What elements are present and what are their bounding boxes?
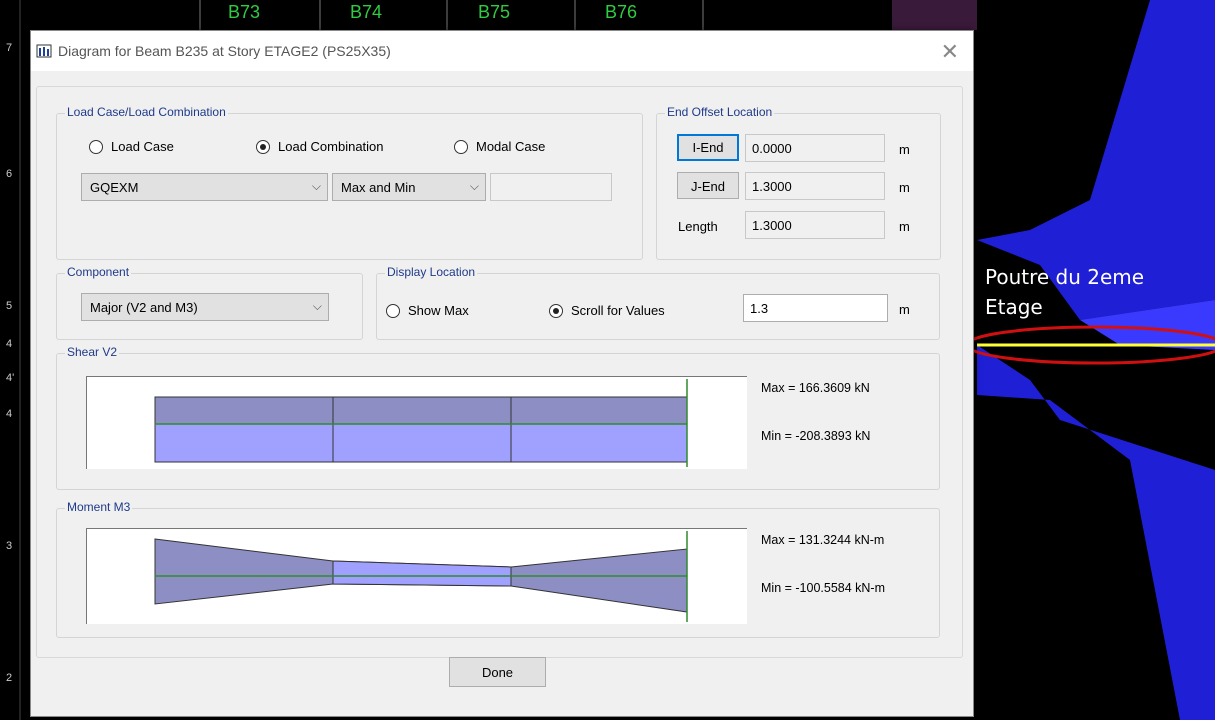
radio-load-combination[interactable]: Load Combination: [256, 139, 384, 154]
radio-modal-case[interactable]: Modal Case: [454, 139, 545, 154]
moment-title: Moment M3: [65, 500, 133, 514]
end-offset-title: End Offset Location: [665, 105, 775, 119]
radio-dot: [89, 139, 103, 154]
radio-show-max[interactable]: Show Max: [386, 303, 469, 318]
title-bar: Diagram for Beam B235 at Story ETAGE2 (P…: [31, 31, 973, 71]
length-field: 1.3000: [745, 211, 885, 239]
radio-dot: [454, 139, 468, 154]
radio-scroll-for-values[interactable]: Scroll for Values: [549, 303, 665, 318]
moment-min: Min = -100.5584 kN-m: [761, 581, 886, 595]
length-label: Length: [678, 219, 718, 234]
select-value: Major (V2 and M3): [90, 300, 198, 315]
ruler-number: 4': [6, 372, 15, 384]
location-value-field[interactable]: 1.3: [743, 294, 888, 322]
max-min-select[interactable]: Max and Min ⌵: [332, 173, 486, 201]
shear-diagram: [86, 376, 747, 469]
annotation-line-1: Poutre du 2eme: [985, 265, 1145, 289]
j-end-button[interactable]: J-End: [677, 172, 739, 199]
radio-dot-selected: [256, 139, 270, 154]
load-combination-select[interactable]: GQEXM ⌵: [81, 173, 328, 201]
beam-label: B73: [228, 2, 261, 22]
chevron-down-icon: ⌵: [312, 299, 322, 313]
moment-diagram: [86, 528, 747, 624]
load-group-title: Load Case/Load Combination: [65, 105, 228, 119]
field-value: 1.3000: [752, 218, 792, 233]
radio-label: Show Max: [408, 303, 469, 318]
moment-max: Max = 131.3244 kN-m: [761, 533, 885, 547]
radio-dot: [386, 303, 400, 318]
shear-title: Shear V2: [65, 345, 120, 359]
display-location-title: Display Location: [385, 265, 478, 279]
annotation-line-2: Etage: [985, 295, 1043, 319]
shear-diagram-svg: [154, 379, 688, 467]
i-end-field[interactable]: 0.0000: [745, 134, 885, 162]
shear-negative-region: [154, 423, 688, 463]
beam-label: B74: [350, 2, 383, 22]
close-icon[interactable]: ✕: [941, 39, 959, 65]
ruler-number: 4: [6, 408, 13, 420]
unit-label: m: [899, 180, 910, 195]
radio-load-case[interactable]: Load Case: [89, 139, 174, 154]
radio-label: Modal Case: [476, 139, 546, 154]
unit-label: m: [899, 302, 910, 317]
app-icon: [36, 44, 52, 58]
radio-label: Scroll for Values: [571, 303, 665, 318]
radio-dot-selected: [549, 303, 563, 318]
select-value: Max and Min: [341, 180, 416, 195]
ruler-number: 6: [6, 168, 13, 180]
done-button[interactable]: Done: [449, 657, 546, 687]
chevron-down-icon: ⌵: [311, 179, 321, 193]
shear-positive-region: [154, 396, 688, 425]
chevron-down-icon: ⌵: [469, 179, 479, 193]
field-value: 0.0000: [752, 141, 792, 156]
i-end-button[interactable]: I-End: [677, 134, 739, 161]
select-value: GQEXM: [90, 180, 139, 195]
unit-label: m: [899, 142, 910, 157]
shear-max: Max = 166.3609 kN: [761, 381, 870, 395]
field-value: 1.3000: [752, 179, 792, 194]
dialog-title: Diagram for Beam B235 at Story ETAGE2 (P…: [58, 43, 391, 59]
ruler-number: 3: [6, 540, 13, 552]
j-end-field[interactable]: 1.3000: [745, 172, 885, 200]
radio-label: Load Case: [111, 139, 174, 154]
field-value: 1.3: [750, 301, 769, 316]
beam-diagram-dialog: Diagram for Beam B235 at Story ETAGE2 (P…: [30, 30, 974, 717]
component-select[interactable]: Major (V2 and M3) ⌵: [81, 293, 329, 321]
unit-label: m: [899, 219, 910, 234]
beam-annotation: Poutre du 2eme Etage: [985, 262, 1144, 322]
component-title: Component: [65, 265, 132, 279]
moment-diagram-svg: [154, 531, 688, 622]
ruler-number: 2: [6, 672, 13, 684]
radio-label: Load Combination: [278, 139, 384, 154]
ruler-number: 7: [6, 42, 13, 54]
beam-label: B76: [605, 2, 638, 22]
extra-field[interactable]: [490, 173, 612, 201]
moment-middle-region: [332, 560, 512, 587]
shear-min: Min = -208.3893 kN: [761, 429, 871, 443]
ruler-number: 5: [6, 300, 13, 312]
ruler-number: 4: [6, 338, 13, 350]
beam-label: B75: [478, 2, 511, 22]
